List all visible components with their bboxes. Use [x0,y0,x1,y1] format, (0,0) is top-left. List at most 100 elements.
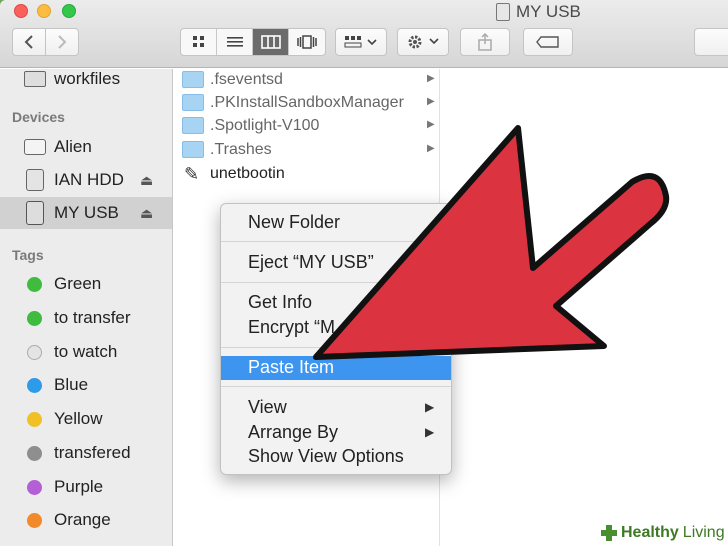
menu-item-view[interactable]: View ▶ [221,396,451,420]
sidebar-item-label: Blue [54,375,89,394]
menu-item-label: Show View Options [248,446,404,466]
icon-view-button[interactable] [181,29,217,55]
sidebar-tag-to-watch[interactable]: to watch [0,336,172,368]
edit-tags-button[interactable] [523,28,573,56]
minimize-window-button[interactable] [37,4,51,18]
folder-icon [182,94,204,111]
sidebar-item-label: Orange [54,510,111,529]
disclosure-arrow-icon: ▶ [427,143,435,154]
tag-color-dot-icon [27,344,42,360]
menu-item-new-folder[interactable]: New Folder [221,211,451,235]
sidebar: workfiles Devices Alien IAN HDD ⏏ MY USB… [0,69,173,546]
share-icon [478,33,492,51]
eject-icon[interactable]: ⏏ [140,205,153,222]
menu-separator [221,386,451,387]
menu-separator [221,282,451,283]
laptop-disk-icon [24,139,46,155]
file-name: .fseventsd [210,71,283,88]
sidebar-tag-blue[interactable]: Blue [0,369,172,401]
tag-color-dot-icon [27,479,42,495]
close-window-button[interactable] [14,4,28,18]
sidebar-tag-green[interactable]: Green [0,268,172,300]
sidebar-tag-transfered[interactable]: transfered [0,437,172,469]
menu-item-label: Encrypt “M [248,317,336,337]
columns-icon [260,35,281,49]
tags-header: Tags [12,247,44,263]
sidebar-item-label: IAN HDD [54,170,124,189]
menu-item-label: Arrange By [248,422,339,442]
view-mode-selector [180,28,326,56]
menu-item-get-info[interactable]: Get Info [221,291,451,315]
folder-icon [182,117,204,134]
sidebar-item-label: transfered [54,443,131,462]
folder-icon [182,71,204,88]
file-row-trashes[interactable]: .Trashes ▶ [174,139,440,162]
forward-button[interactable] [45,28,79,56]
file-row-spotlight[interactable]: .Spotlight-V100 ▶ [174,115,440,138]
sidebar-item-my-usb[interactable]: MY USB ⏏ [0,197,172,229]
menu-item-paste-item[interactable]: Paste Item [221,356,451,380]
file-row-pkinstall[interactable]: .PKInstallSandboxManager ▶ [174,92,440,115]
sidebar-item-label: to watch [54,342,118,361]
share-button[interactable] [460,28,510,56]
column-view-button[interactable] [253,29,289,55]
sidebar-item-label: to transfer [54,308,131,327]
sidebar-tag-to-transfer[interactable]: to transfer [0,302,172,334]
window-title-text: MY USB [516,2,581,21]
sidebar-item-label: Purple [54,477,104,496]
folder-icon [182,141,204,158]
disclosure-arrow-icon: ▶ [427,119,435,130]
list-view-button[interactable] [217,29,253,55]
file-name: .PKInstallSandboxManager [210,94,404,111]
sidebar-item-label: Alien [54,137,92,156]
usb-drive-icon [496,3,510,21]
cover-flow-view-button[interactable] [289,29,325,55]
plus-logo-icon [601,525,617,541]
arrange-button[interactable] [335,28,387,56]
cover-flow-icon [297,35,317,49]
watermark-bold: Healthy [621,524,679,541]
healthy-living-watermark: Healthy Living [595,520,728,546]
folder-icon [24,71,46,87]
arrange-grid-icon [344,36,377,48]
action-button[interactable] [397,28,449,56]
sidebar-tag-yellow[interactable]: Yellow [0,403,172,435]
gear-icon [408,35,439,49]
tag-color-dot-icon [27,276,42,292]
toolbar: MY USB [0,0,728,68]
sidebar-tag-orange[interactable]: Orange [0,504,172,536]
tag-color-dot-icon [27,512,42,528]
executable-icon: ✎ [184,164,200,184]
tag-color-dot-icon [27,445,42,461]
devices-header: Devices [12,109,65,125]
window-title: MY USB [496,2,581,22]
menu-item-show-view-options[interactable]: Show View Options [221,445,451,469]
sidebar-item-alien[interactable]: Alien [0,131,172,163]
menu-item-label: New Folder [248,212,341,232]
menu-item-eject[interactable]: Eject “MY USB” [221,251,451,275]
menu-item-encrypt[interactable]: Encrypt “M [221,316,451,340]
back-button[interactable] [12,28,46,56]
sidebar-tag-purple[interactable]: Purple [0,471,172,503]
eject-icon[interactable]: ⏏ [140,172,153,189]
file-row-unetbootin[interactable]: ✎ unetbootin [174,163,440,186]
sidebar-item-ian-hdd[interactable]: IAN HDD ⏏ [0,164,172,196]
file-name: .Spotlight-V100 [210,117,320,134]
hard-drive-icon [26,169,44,191]
tag-color-dot-icon [27,310,42,326]
file-name: unetbootin [210,165,285,182]
sidebar-item-workfiles[interactable]: workfiles [0,63,172,95]
tag-color-dot-icon [27,411,42,427]
menu-item-label: Eject “MY USB” [248,252,374,272]
sidebar-item-label: MY USB [54,203,119,222]
file-row-fseventsd[interactable]: .fseventsd ▶ [174,69,440,92]
usb-drive-icon [26,201,44,225]
tag-color-dot-icon [27,377,42,393]
zoom-window-button[interactable] [62,4,76,18]
submenu-arrow-icon: ▶ [425,400,435,414]
menu-item-arrange-by[interactable]: Arrange By ▶ [221,421,451,445]
chevron-right-icon [58,35,67,49]
disclosure-arrow-icon: ▶ [427,73,435,84]
menu-separator [221,241,451,242]
search-button[interactable] [694,28,728,56]
